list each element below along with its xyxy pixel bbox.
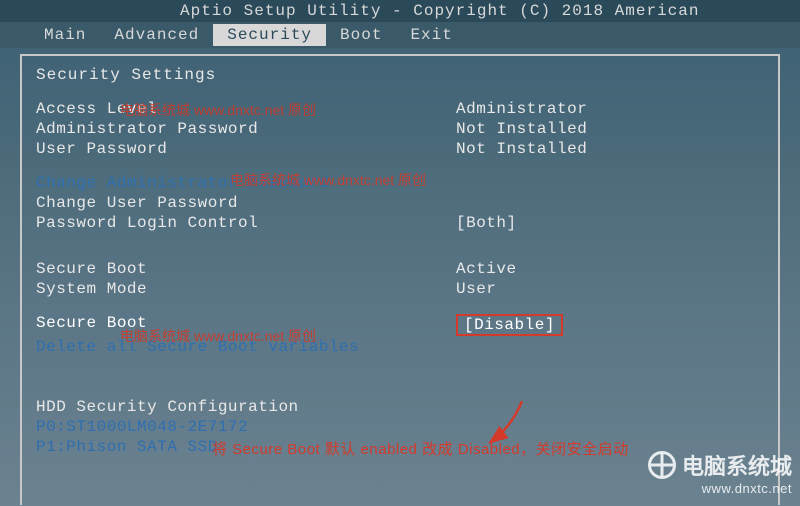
row-secure-boot[interactable]: Secure Boot [Disable] bbox=[36, 314, 764, 336]
value-admin-pw: Not Installed bbox=[456, 120, 764, 138]
title-text: Aptio Setup Utility - Copyright (C) 2018… bbox=[180, 2, 699, 20]
link-delete-vars: Delete all Secure Boot variables bbox=[36, 338, 456, 356]
value-secure-boot-status: Active bbox=[456, 260, 764, 278]
label-admin-pw: Administrator Password bbox=[36, 120, 456, 138]
row-change-admin[interactable]: Change Administrator Password bbox=[36, 174, 764, 192]
value-system-mode: User bbox=[456, 280, 764, 298]
row-hdd-heading: HDD Security Configuration bbox=[36, 398, 764, 416]
row-secure-boot-status: Secure Boot Active bbox=[36, 260, 764, 278]
link-change-admin: Change Administrator Password bbox=[36, 174, 456, 192]
value-user-pw: Not Installed bbox=[456, 140, 764, 158]
section-heading: Security Settings bbox=[36, 66, 764, 84]
secure-boot-value-box: [Disable] bbox=[456, 314, 563, 336]
menu-boot[interactable]: Boot bbox=[326, 24, 396, 46]
title-bar: Aptio Setup Utility - Copyright (C) 2018… bbox=[0, 0, 800, 22]
menu-security[interactable]: Security bbox=[213, 24, 326, 46]
link-change-user: Change User Password bbox=[36, 194, 456, 212]
hdd1: P1:Phison SATA SSD bbox=[36, 438, 456, 456]
bios-screen: Aptio Setup Utility - Copyright (C) 2018… bbox=[0, 0, 800, 506]
label-access-level: Access Level bbox=[36, 100, 456, 118]
label-secure-boot-status: Secure Boot bbox=[36, 260, 456, 278]
menu-main[interactable]: Main bbox=[30, 24, 100, 46]
value-pw-login: [Both] bbox=[456, 214, 764, 232]
row-change-user[interactable]: Change User Password bbox=[36, 194, 764, 212]
row-admin-pw: Administrator Password Not Installed bbox=[36, 120, 764, 138]
row-user-pw: User Password Not Installed bbox=[36, 140, 764, 158]
menu-advanced[interactable]: Advanced bbox=[100, 24, 213, 46]
value-secure-boot: [Disable] bbox=[456, 314, 764, 336]
row-system-mode: System Mode User bbox=[36, 280, 764, 298]
label-system-mode: System Mode bbox=[36, 280, 456, 298]
menu-bar: Main Advanced Security Boot Exit bbox=[0, 22, 800, 48]
row-access-level: Access Level Administrator bbox=[36, 100, 764, 118]
hdd-heading: HDD Security Configuration bbox=[36, 398, 456, 416]
menu-exit[interactable]: Exit bbox=[396, 24, 466, 46]
label-user-pw: User Password bbox=[36, 140, 456, 158]
settings-panel: Security Settings Access Level Administr… bbox=[20, 54, 780, 505]
label-pw-login: Password Login Control bbox=[36, 214, 456, 232]
hdd0: P0:ST1000LM048-2E7172 bbox=[36, 418, 456, 436]
row-pw-login[interactable]: Password Login Control [Both] bbox=[36, 214, 764, 232]
row-hdd0[interactable]: P0:ST1000LM048-2E7172 bbox=[36, 418, 764, 436]
row-hdd1[interactable]: P1:Phison SATA SSD bbox=[36, 438, 764, 456]
label-secure-boot: Secure Boot bbox=[36, 314, 456, 336]
row-delete-vars[interactable]: Delete all Secure Boot variables bbox=[36, 338, 764, 356]
value-access-level: Administrator bbox=[456, 100, 764, 118]
